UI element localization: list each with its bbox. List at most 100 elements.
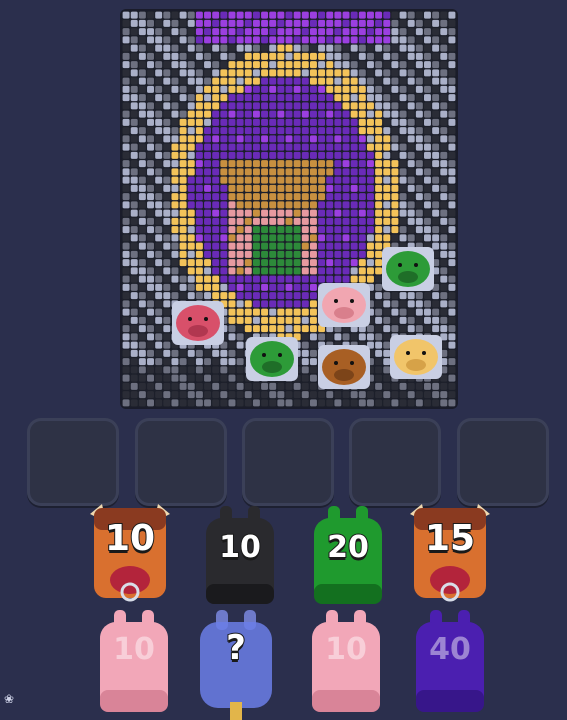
board-pixel [269,267,277,275]
board-pixel [171,118,179,126]
board-pixel [448,52,456,60]
board-pixel [342,19,350,27]
board-pixel [285,160,293,168]
board-pixel [293,308,301,316]
board-pixel [277,85,285,93]
board-pixel [383,201,391,209]
board-pixel [342,69,350,77]
pink-pig-piece[interactable] [316,279,372,331]
board-pixel [318,118,326,126]
board-pixel [448,382,456,390]
queue-slot[interactable] [27,418,119,506]
board-pixel [342,94,350,102]
board-pixel [432,127,440,135]
board-pixel [122,118,130,126]
board-pixel [220,358,228,366]
board-pixel [383,44,391,52]
red-pig-piece[interactable] [170,297,226,349]
board-pixel [179,110,187,118]
board-pixel [130,168,138,176]
queue-slot[interactable] [135,418,227,506]
board-pixel [220,242,228,250]
shooter-pig-pink[interactable]: 10 [300,606,392,720]
shooter-count: 10 [104,517,156,560]
shooter-bull-10[interactable]: 10 [84,500,176,610]
board-pixel [155,382,163,390]
board-pixel [440,382,448,390]
settings-gear-icon[interactable]: ❀ [4,692,14,706]
board-pixel [293,391,301,399]
board-pixel [261,234,269,242]
board-pixel [309,110,317,118]
board-pixel [155,176,163,184]
shooter-pig-green[interactable]: 20 [302,504,394,610]
board-pixel [399,151,407,159]
brown-pig-piece[interactable] [316,341,372,393]
board-pixel [261,52,269,60]
board-pixel [138,151,146,159]
board-pixel [358,201,366,209]
shooter-pig-pink[interactable]: 10 [88,606,180,720]
board-pixel [326,399,334,407]
board-pixel [399,94,407,102]
board-pixel [130,358,138,366]
board-pixel [415,201,423,209]
board-pixel [277,11,285,19]
shooter-mystery[interactable]: ? [190,606,282,720]
board-pixel [155,160,163,168]
board-pixel [236,36,244,44]
queue-slot[interactable] [457,418,549,506]
board-pixel [187,374,195,382]
board-pixel [195,259,203,267]
board-pixel [163,391,171,399]
shooter-bull-15[interactable]: 15 [404,500,496,610]
board-pixel [424,209,431,217]
board-pixel [252,168,260,176]
board-pixel [187,217,195,225]
board-pixel [147,275,154,283]
board-pixel [448,44,456,52]
board-pixel [399,234,407,242]
board-pixel [301,143,309,151]
board-pixel [179,275,187,283]
board-pixel [277,143,285,151]
board-pixel [244,143,252,151]
board-pixel [220,28,228,36]
board-pixel [244,399,252,407]
board-pixel [293,209,301,217]
board-pixel [212,69,220,77]
board-pixel [277,308,285,316]
board-pixel [187,69,195,77]
board-pixel [147,102,154,110]
queue-slot[interactable] [349,418,441,506]
green-pig-piece[interactable] [380,243,436,295]
green-pig-piece[interactable] [244,333,300,385]
board-pixel [383,184,391,192]
board-pixel [269,28,277,36]
board-pixel [407,77,415,85]
board-pixel [163,374,171,382]
board-pixel [228,275,236,283]
board-pixel [163,382,171,390]
board-pixel [138,267,146,275]
board-pixel [122,176,130,184]
cream-pig-piece[interactable] [388,331,444,383]
board-pixel [326,234,334,242]
board-pixel [448,77,456,85]
board-pixel [285,151,293,159]
board-pixel [252,184,260,192]
board-pixel [163,275,171,283]
board-pixel [195,382,203,390]
board-pixel [285,118,293,126]
board-pixel [391,85,399,93]
queue-slot[interactable] [242,418,334,506]
board-pixel [391,226,399,234]
board-pixel [309,19,317,27]
shooter-pig-black[interactable]: 10 [194,504,286,610]
board-pixel [236,341,244,349]
board-pixel [155,341,163,349]
board-pixel [277,118,285,126]
board-pixel [334,267,342,275]
board-pixel [301,226,309,234]
shooter-pig-purple[interactable]: 40 [404,606,496,720]
